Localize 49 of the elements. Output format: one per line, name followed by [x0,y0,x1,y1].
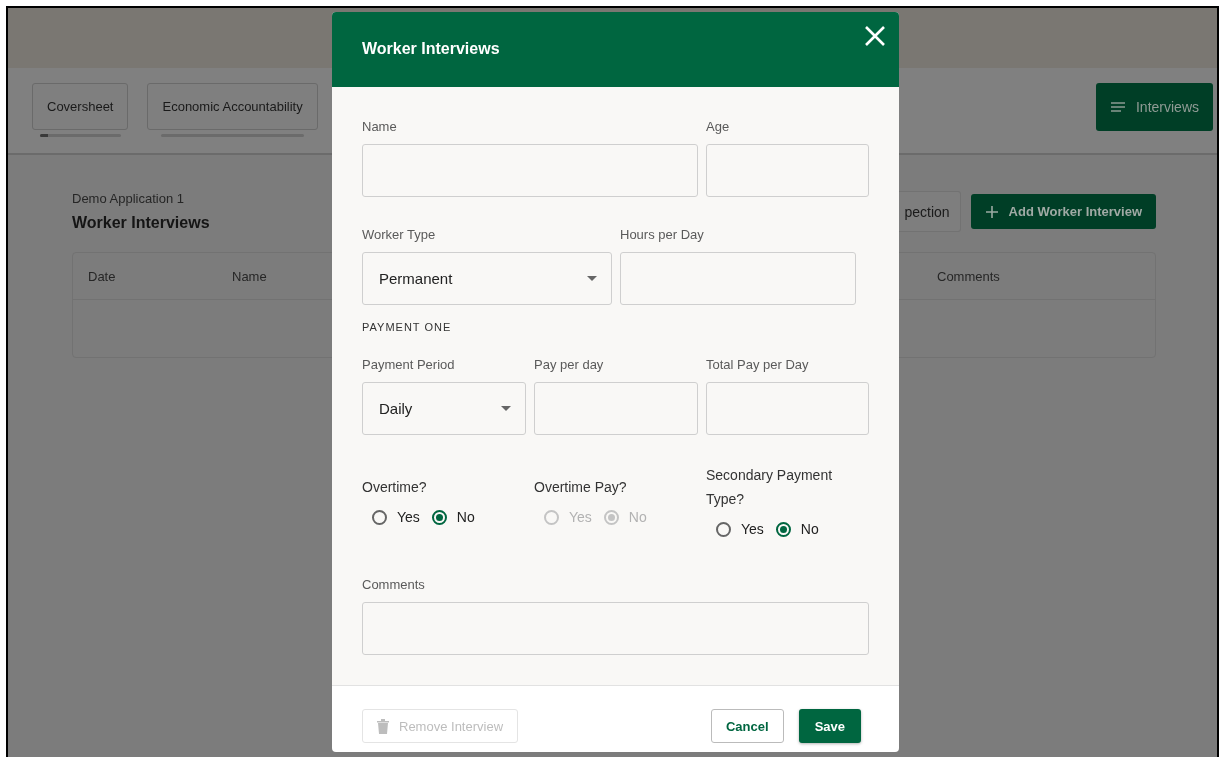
page-heading: Worker Interviews [72,214,210,232]
dialog-title: Worker Interviews [362,40,500,58]
input-field[interactable] [362,144,698,197]
field-label: Payment Period [362,357,455,372]
radio-label: No [456,509,475,525]
field-label: Age [706,119,730,134]
radio-button[interactable] [716,521,731,537]
caret-icon [587,276,597,281]
radio-label: No [800,521,819,537]
column-header: Date [88,268,116,284]
select-field[interactable]: Permanent [362,252,612,305]
radio-button[interactable] [431,509,447,525]
caret-icon [501,406,511,411]
input-field[interactable] [620,252,856,305]
plus-icon [984,204,999,219]
radio-label: Yes [569,509,592,525]
radio-button[interactable] [372,509,387,525]
input-field[interactable] [534,382,698,435]
radio-button[interactable] [775,521,791,537]
input-field[interactable] [706,382,869,435]
section-heading: PAYMENT ONE [362,321,453,333]
field-label: Total Pay per Day [706,357,809,372]
column-header: Name [232,268,267,284]
trash-icon [377,718,389,734]
interviews-button[interactable]: Interviews [1095,83,1213,131]
comments-field[interactable] [362,602,869,655]
input-field[interactable] [706,144,869,197]
close-icon[interactable] [864,25,886,47]
section-tab[interactable]: Economic Accountability [147,83,318,130]
radio-label: Yes [397,509,420,525]
inspection-button[interactable]: pection [898,191,961,232]
radio-label: No [628,509,647,525]
select-field[interactable]: Daily [362,382,526,435]
question-label: Overtime Pay? [534,478,627,497]
field-label: Name [362,119,397,134]
breadcrumb: Demo Application 1 [72,191,185,206]
question-label: Overtime? [362,478,427,497]
field-label: Pay per day [534,357,604,372]
field-label: Comments [362,577,425,592]
field-label: Hours per Day [620,227,704,242]
radio-label: Yes [741,521,764,537]
cancel-button[interactable]: Cancel [711,709,784,743]
add-worker-interview-button[interactable]: Add Worker Interview [970,194,1156,229]
question-label: Secondary Payment Type? [706,466,834,509]
section-tab[interactable]: Coversheet [32,83,129,130]
save-button[interactable]: Save [798,709,861,743]
column-header: Comments [937,268,1000,284]
menu-icon [1109,101,1126,113]
field-label: Worker Type [362,227,436,242]
